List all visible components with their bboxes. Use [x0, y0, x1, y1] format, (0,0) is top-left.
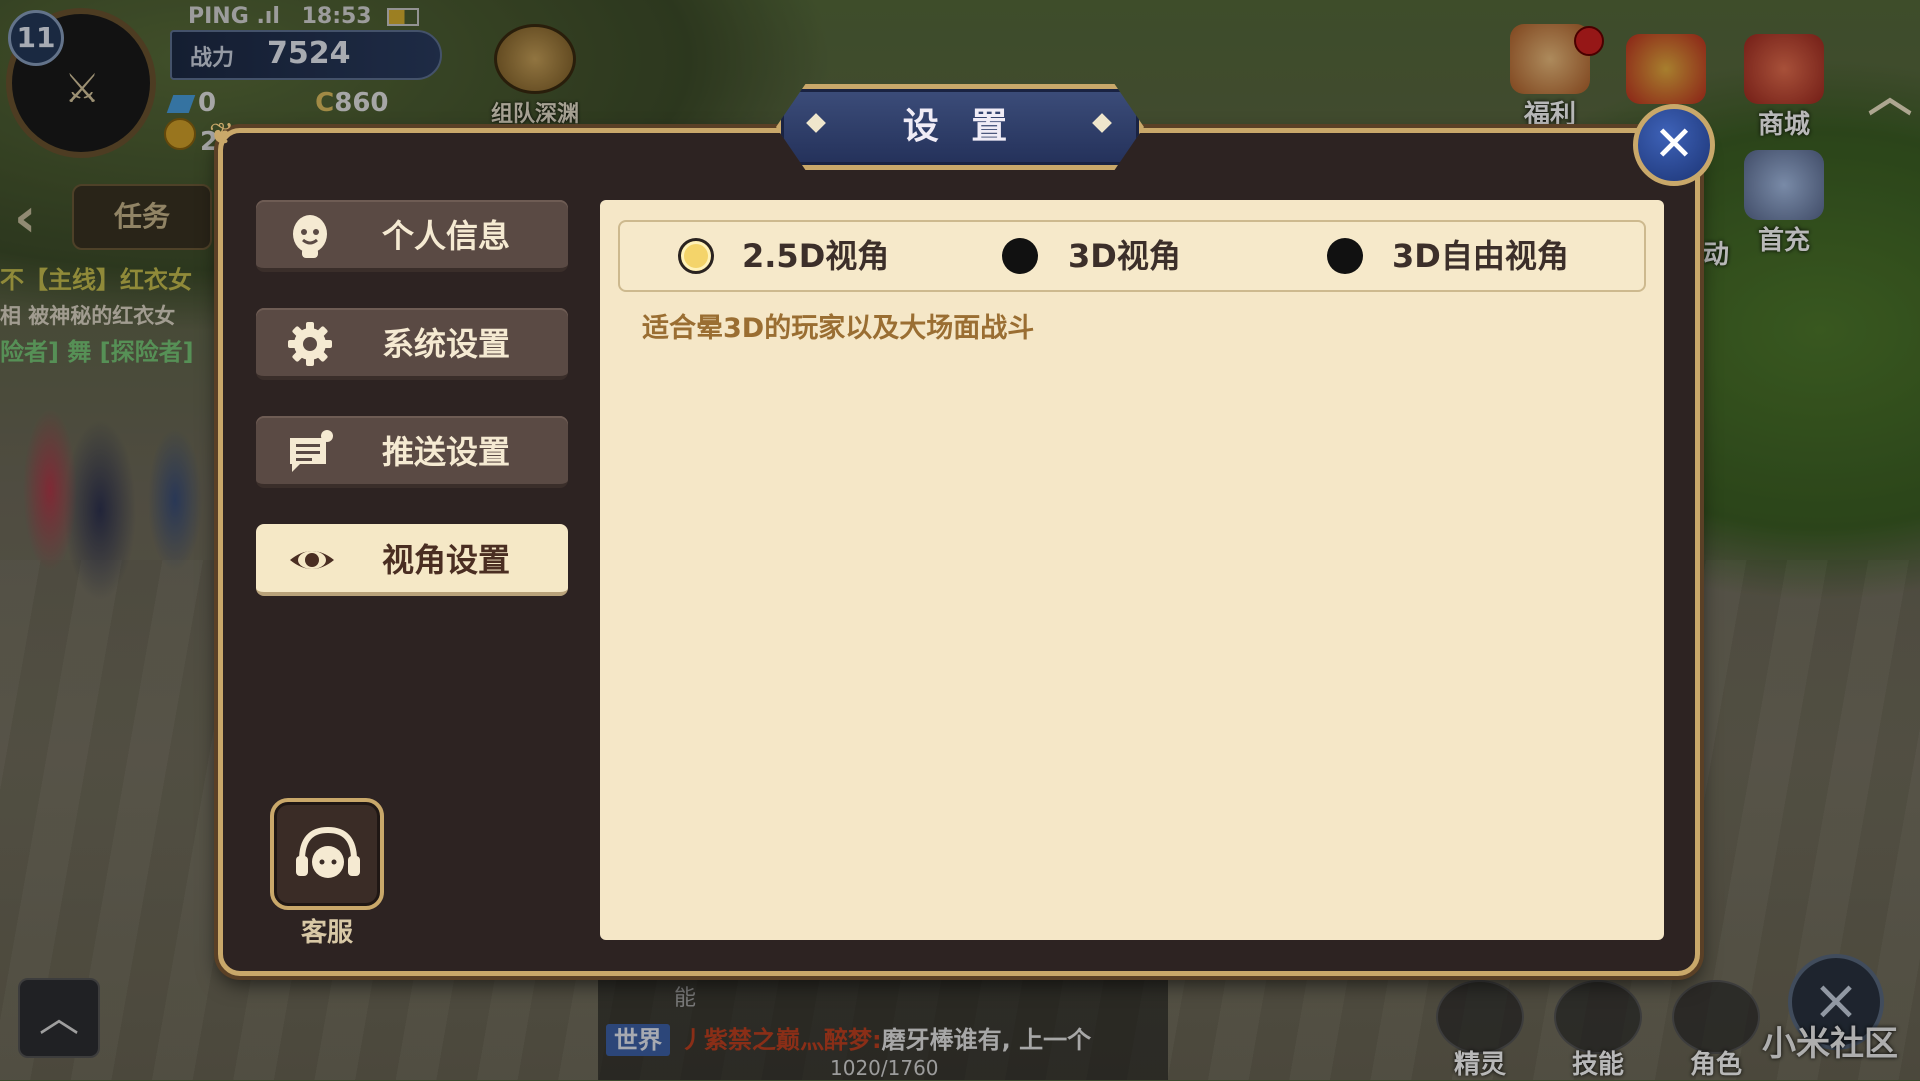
- nav-label: 系统设置: [382, 325, 511, 363]
- view-option-label[interactable]: 2.5D视角: [742, 232, 889, 280]
- eye-icon: [290, 551, 334, 569]
- view-option-label[interactable]: 3D自由视角: [1392, 232, 1569, 280]
- view-option-radio-3d-free[interactable]: [1327, 238, 1363, 274]
- nav-push-settings[interactable]: 推送设置: [256, 416, 568, 488]
- corner-ornament-icon: ❦: [209, 117, 235, 152]
- face-icon: [293, 215, 327, 258]
- customer-service-label: 客服: [300, 918, 353, 948]
- view-option-radio-3d[interactable]: [1002, 238, 1038, 274]
- customer-service-button[interactable]: [270, 798, 384, 910]
- nav-label: 推送设置: [382, 433, 511, 471]
- gear-icon: [288, 322, 332, 366]
- view-option-description: 适合晕3D的玩家以及大场面战斗: [642, 313, 1035, 344]
- nav-label: 个人信息: [382, 217, 511, 255]
- message-icon: [290, 430, 333, 472]
- headset-icon: [296, 826, 360, 878]
- view-option-radio-2-5d[interactable]: [678, 238, 714, 274]
- nav-label: 视角设置: [382, 541, 511, 579]
- dialog-title: 设 置: [902, 106, 1018, 147]
- nav-system-settings[interactable]: 系统设置: [256, 308, 568, 380]
- nav-personal-info[interactable]: 个人信息: [256, 200, 568, 272]
- view-option-label[interactable]: 3D视角: [1068, 232, 1181, 280]
- nav-view-settings[interactable]: 视角设置: [256, 524, 568, 596]
- close-button[interactable]: ✕: [1633, 104, 1715, 186]
